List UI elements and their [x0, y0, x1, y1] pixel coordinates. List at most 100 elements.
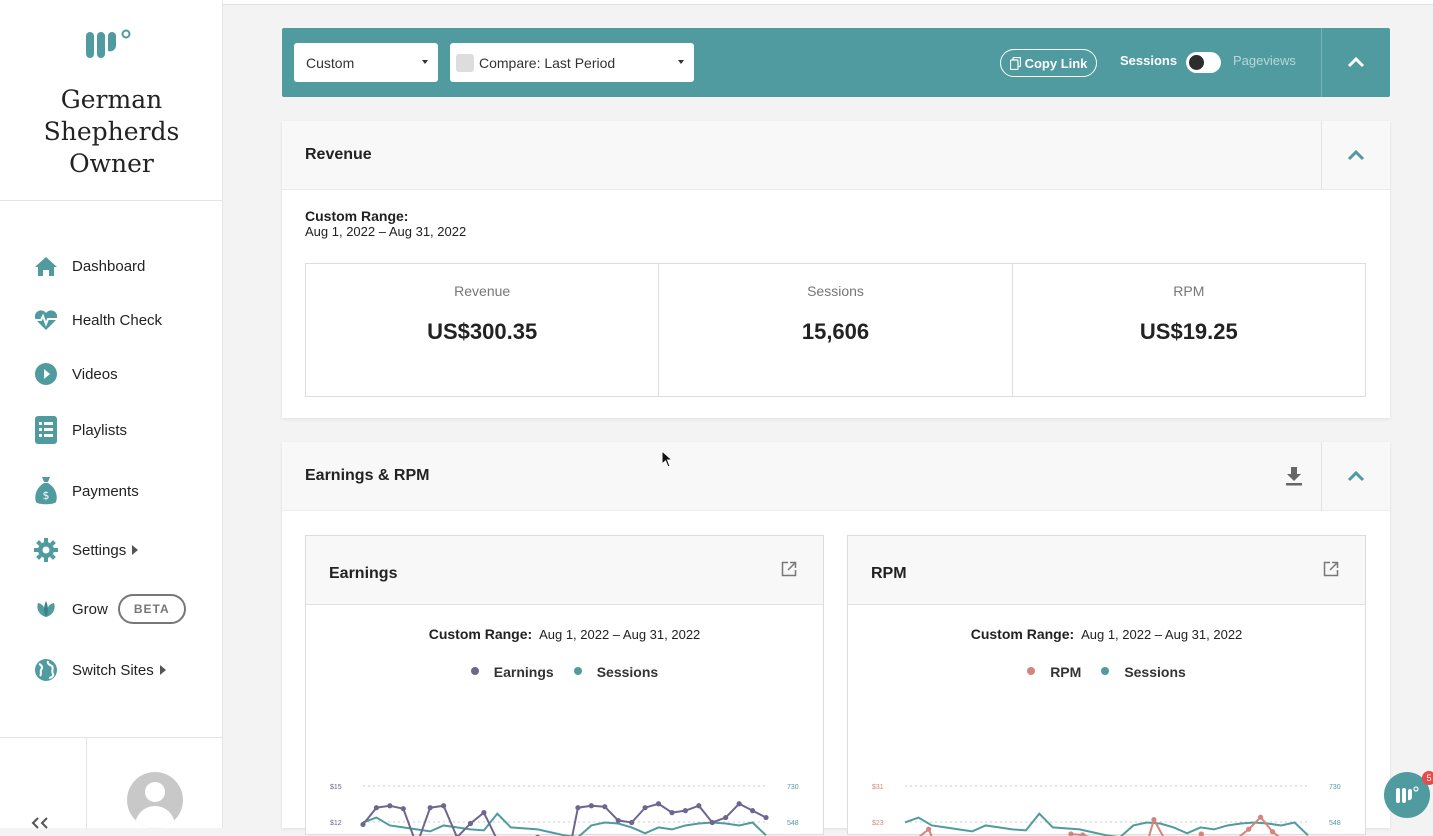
- legend-item-rpm[interactable]: RPM: [1027, 664, 1081, 680]
- toggle-sessions-label[interactable]: Sessions: [1120, 53, 1177, 68]
- list-icon: [33, 416, 59, 444]
- sidebar: German Shepherds Owner Dashboard Health …: [0, 0, 223, 829]
- y-tick-label-left: $15: [330, 784, 342, 791]
- legend-item-sessions[interactable]: Sessions: [1101, 664, 1186, 680]
- compare-select[interactable]: Compare: Last Period: [450, 43, 694, 82]
- series-line-rpm: [918, 815, 1280, 836]
- gear-icon: [33, 537, 59, 563]
- data-point: [669, 810, 675, 816]
- data-point: [1198, 831, 1204, 836]
- y-tick-label-right: 548: [787, 820, 799, 827]
- data-point: [709, 819, 715, 826]
- leaf-icon: [33, 596, 59, 622]
- earnings-chart-panel: Earnings Custom Range: Aug 1, 2022 – Aug…: [305, 535, 824, 836]
- sidebar-item-payments[interactable]: $ Payments: [33, 477, 139, 505]
- copy-link-label: Copy Link: [1024, 55, 1088, 71]
- caret-right-icon: [132, 545, 139, 555]
- stat-rpm: RPM US$19.25: [1013, 264, 1365, 396]
- avatar[interactable]: [127, 772, 183, 828]
- filter-toolbar: Custom Compare: Last Period Copy Link Se…: [282, 28, 1390, 97]
- sidebar-item-settings[interactable]: Settings: [33, 537, 139, 563]
- data-point: [682, 808, 688, 814]
- divider: [86, 738, 87, 829]
- legend-label: RPM: [1050, 664, 1082, 680]
- home-icon: [33, 253, 59, 279]
- sidebar-item-playlists[interactable]: Playlists: [33, 416, 128, 444]
- revenue-card: Revenue Custom Range: Aug 1, 2022 – Aug …: [282, 121, 1390, 418]
- logo-area: German Shepherds Owner: [0, 0, 222, 201]
- sidebar-item-videos[interactable]: Videos: [33, 361, 118, 387]
- top-bar: [223, 0, 1433, 5]
- collapse-sidebar-button[interactable]: [30, 812, 52, 835]
- toggle-knob: [1189, 55, 1204, 70]
- sidebar-item-label: Dashboard: [72, 257, 146, 275]
- data-point: [615, 817, 621, 824]
- earnings-collapse-button[interactable]: [1321, 442, 1390, 511]
- stat-value: US$300.35: [427, 319, 538, 344]
- money-bag-icon: $: [33, 477, 59, 505]
- legend-dot: [1101, 667, 1110, 676]
- panel-range-label: Custom Range:: [428, 626, 533, 642]
- compare-value: Compare: Last Period: [479, 54, 616, 71]
- open-external-button[interactable]: [781, 561, 797, 582]
- compare-color-swatch: [456, 53, 474, 72]
- data-point: [1151, 817, 1157, 823]
- site-name: German Shepherds Owner: [43, 85, 180, 178]
- revenue-card-title: Revenue: [305, 146, 372, 163]
- double-chevron-left-icon: [31, 817, 48, 829]
- stat-value: US$19.25: [1139, 319, 1238, 344]
- sidebar-item-label: Settings: [72, 541, 127, 559]
- data-point: [1269, 829, 1276, 835]
- panel-header: RPM: [848, 536, 1365, 605]
- revenue-collapse-button[interactable]: [1321, 121, 1390, 190]
- sessions-pageviews-toggle[interactable]: [1186, 52, 1221, 73]
- chat-logo-icon: [1396, 786, 1419, 803]
- data-point: [763, 814, 769, 821]
- sidebar-item-dashboard[interactable]: Dashboard: [33, 253, 145, 279]
- sidebar-item-switch-sites[interactable]: Switch Sites: [33, 657, 166, 683]
- chevron-up-icon: [1347, 57, 1365, 68]
- open-external-button[interactable]: [1323, 561, 1339, 582]
- legend-dot: [1027, 667, 1036, 676]
- data-point: [1257, 814, 1264, 820]
- data-point: [926, 826, 932, 832]
- chevron-up-icon: [1347, 150, 1365, 161]
- data-point: [467, 820, 474, 827]
- heartbeat-icon: [33, 307, 59, 333]
- data-point: [1068, 831, 1074, 836]
- data-point: [588, 803, 594, 809]
- y-tick-label-right: 730: [787, 784, 799, 791]
- data-point: [400, 806, 406, 812]
- download-button[interactable]: [1286, 467, 1302, 491]
- copy-link-button[interactable]: Copy Link: [1000, 49, 1097, 77]
- data-point: [696, 803, 702, 809]
- legend-dot: [470, 667, 479, 676]
- y-tick-label-right: 730: [1329, 784, 1341, 791]
- data-point: [642, 805, 648, 811]
- sidebar-item-label: Videos: [72, 365, 118, 383]
- toolbar-collapse-button[interactable]: [1321, 28, 1390, 97]
- sidebar-item-label: Health Check: [72, 311, 163, 329]
- mediavine-logo-icon[interactable]: [84, 28, 132, 60]
- revenue-card-header: Revenue: [282, 121, 1390, 190]
- data-point: [575, 805, 581, 811]
- sidebar-item-grow[interactable]: Grow BETA: [33, 594, 186, 624]
- data-point: [427, 805, 433, 811]
- panel-header: Earnings: [306, 536, 823, 605]
- stat-label: Sessions: [807, 283, 864, 299]
- date-range-select[interactable]: Custom: [294, 43, 438, 82]
- sidebar-item-health-check[interactable]: Health Check: [33, 307, 162, 333]
- data-point: [1246, 826, 1252, 832]
- toggle-pageviews-label[interactable]: Pageviews: [1233, 53, 1296, 68]
- sidebar-item-label: Playlists: [72, 421, 128, 439]
- range-label: Custom Range:: [305, 208, 409, 224]
- y-tick-label-right: 548: [1329, 820, 1341, 827]
- svg-text:$: $: [43, 489, 50, 502]
- rpm-chart-panel: RPM Custom Range: Aug 1, 2022 – Aug 31, …: [847, 535, 1366, 836]
- legend-item-sessions[interactable]: Sessions: [573, 664, 658, 680]
- legend-item-earnings[interactable]: Earnings: [470, 664, 554, 680]
- sidebar-item-label: Grow: [72, 600, 108, 618]
- chevron-up-icon: [1347, 471, 1365, 482]
- date-range-value: Custom: [306, 54, 355, 71]
- data-point: [360, 821, 366, 828]
